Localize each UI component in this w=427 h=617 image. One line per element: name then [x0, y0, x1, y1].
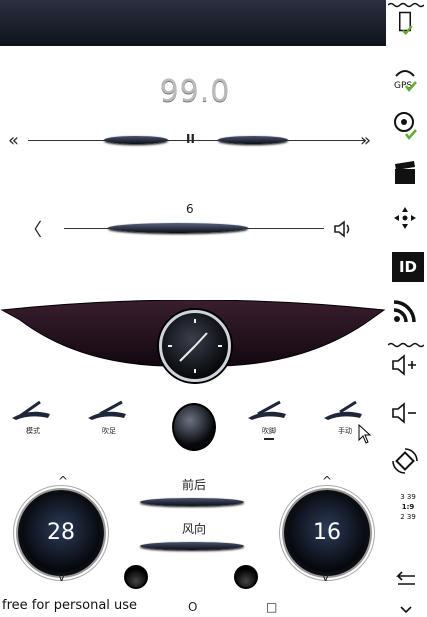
- pause-button[interactable]: II: [186, 132, 195, 146]
- right-seat-button[interactable]: [234, 565, 258, 589]
- decor-strip: [388, 2, 424, 8]
- seek-track[interactable]: [28, 140, 366, 141]
- left-temp-up[interactable]: ^: [58, 474, 68, 488]
- volume-slider-blade[interactable]: [108, 223, 248, 233]
- left-temp-down[interactable]: v: [58, 570, 65, 584]
- volume-left-button[interactable]: 〈: [24, 216, 42, 242]
- radio-frequency: 99.0: [159, 74, 231, 109]
- home-button[interactable]: O: [188, 600, 197, 614]
- mode-label: 吹脚: [262, 427, 276, 435]
- rss-icon[interactable]: [390, 296, 420, 326]
- gps-icon[interactable]: GPS: [390, 64, 420, 94]
- next-button[interactable]: »: [360, 130, 371, 151]
- right-temp-down[interactable]: v: [322, 570, 329, 584]
- right-temp-up[interactable]: ^: [322, 474, 332, 488]
- volume-up-icon[interactable]: [390, 350, 420, 380]
- decor-strip: [388, 342, 424, 348]
- fan-label: 风向: [182, 522, 207, 536]
- right-temp-value: 16: [313, 520, 341, 545]
- airflow-icon: [88, 400, 126, 420]
- active-indicator: [264, 438, 274, 440]
- clapperboard-icon[interactable]: [390, 158, 420, 188]
- time-icon: 3 39 1:9 2 39: [392, 492, 424, 522]
- mode-label: 模式: [26, 427, 40, 435]
- fan-slider[interactable]: [140, 542, 244, 550]
- cursor-icon: [358, 424, 372, 444]
- mode-button-2[interactable]: 吹足: [86, 400, 132, 436]
- right-temp-dial[interactable]: 16: [284, 490, 370, 576]
- time-line: 3 39: [400, 493, 416, 501]
- mode-button-1[interactable]: 模式: [10, 400, 56, 436]
- top-bar: [0, 0, 386, 46]
- analog-clock: [159, 310, 231, 382]
- left-seat-button[interactable]: [124, 565, 148, 589]
- camera-icon[interactable]: [390, 110, 420, 140]
- left-temp-dial[interactable]: 28: [18, 490, 104, 576]
- rear-label: 前后: [182, 478, 207, 492]
- airflow-icon: [324, 400, 362, 420]
- dpad-icon[interactable]: [390, 203, 420, 233]
- battery-icon[interactable]: [390, 8, 420, 38]
- rear-slider[interactable]: [140, 498, 244, 506]
- seek-left-blade: [104, 136, 168, 144]
- fan-knob[interactable]: [172, 403, 216, 451]
- time-line: 1:9: [401, 503, 415, 511]
- volume-down-icon[interactable]: [390, 398, 420, 428]
- back-icon[interactable]: [390, 566, 420, 596]
- watermark-text: free for personal use: [2, 598, 138, 613]
- volume-level: 6: [186, 202, 194, 216]
- mode-button-3[interactable]: 吹脚: [246, 400, 292, 440]
- seek-right-blade: [218, 136, 288, 144]
- previous-button[interactable]: «: [8, 130, 19, 151]
- time-line: 2 39: [400, 513, 416, 521]
- airflow-icon: [12, 400, 50, 420]
- left-temp-value: 28: [47, 520, 75, 545]
- id-icon[interactable]: ID: [392, 252, 424, 282]
- chevron-down-icon[interactable]: [400, 606, 412, 614]
- mode-label: 吹足: [102, 427, 116, 435]
- rotate-icon[interactable]: [390, 446, 420, 476]
- speaker-icon[interactable]: [332, 218, 352, 238]
- recent-apps-button[interactable]: □: [266, 600, 277, 614]
- airflow-icon: [248, 400, 286, 420]
